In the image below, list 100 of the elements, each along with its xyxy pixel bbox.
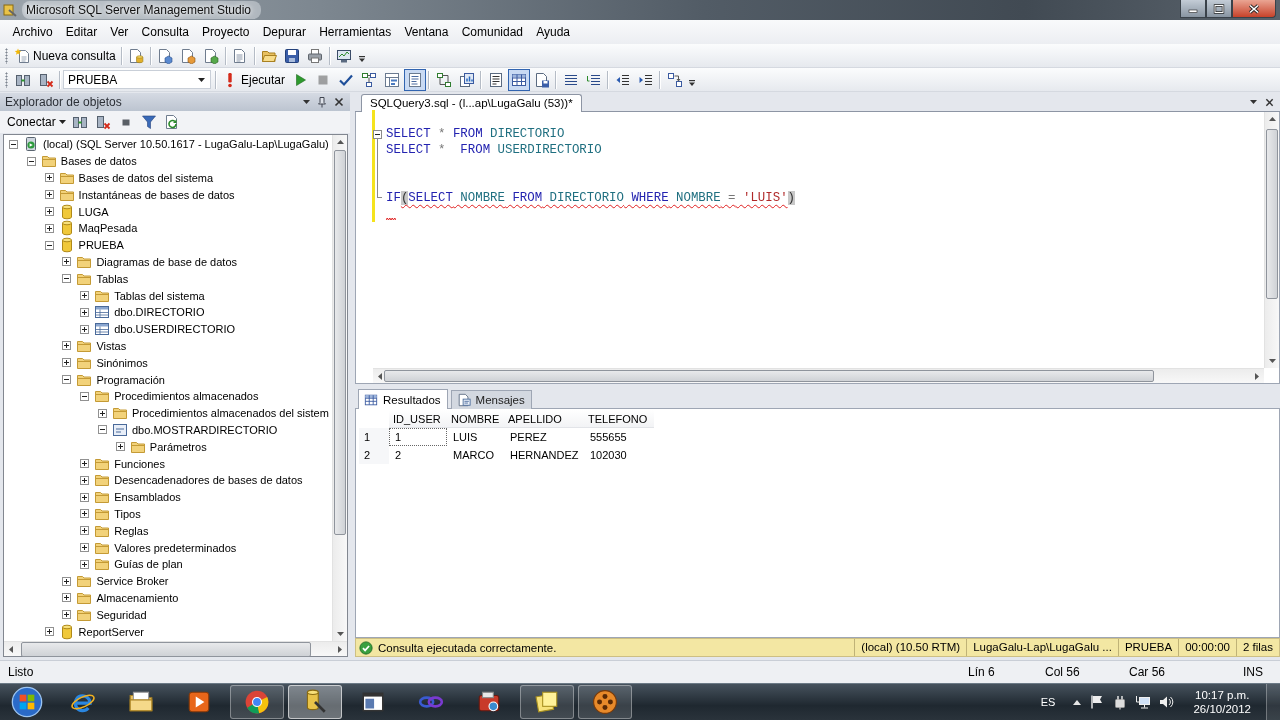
dropdown-arrow-icon[interactable]: [1250, 100, 1257, 104]
tree-item[interactable]: Procedimientos almacenados del sistem: [131, 407, 330, 420]
scrollbar-thumb[interactable]: [384, 370, 1154, 382]
expand-icon[interactable]: [62, 257, 72, 267]
collapse-icon[interactable]: [44, 240, 54, 250]
expand-icon[interactable]: [62, 610, 72, 620]
expand-icon[interactable]: [80, 543, 90, 552]
expand-icon[interactable]: [80, 492, 90, 502]
expand-icon[interactable]: [62, 576, 72, 586]
menu-item[interactable]: Comunidad: [455, 20, 530, 44]
text-lines-icon[interactable]: [403, 68, 426, 91]
menu-item[interactable]: Editar: [59, 20, 104, 44]
tree-item[interactable]: Parámetros: [148, 440, 208, 453]
tree-item[interactable]: Almacenamiento: [95, 591, 180, 604]
right-arrow-icon[interactable]: [1253, 371, 1261, 381]
tree-item[interactable]: Instantáneas de bases de datos: [77, 188, 236, 201]
vertical-scrollbar[interactable]: [332, 135, 347, 641]
right-arrow-icon[interactable]: [336, 644, 344, 654]
collapse-icon[interactable]: [62, 375, 72, 385]
taskbar-button[interactable]: [230, 685, 284, 719]
expand-icon[interactable]: [80, 526, 90, 536]
tree-item[interactable]: Bases de datos del sistema: [77, 172, 215, 184]
scrollbar-thumb[interactable]: [1266, 129, 1278, 299]
tree-item[interactable]: Ensamblados: [113, 491, 182, 504]
tree-item[interactable]: Tablas: [95, 272, 130, 285]
collapse-icon[interactable]: [98, 425, 107, 435]
tree-item[interactable]: Procedimientos almacenados: [113, 390, 260, 403]
expand-icon[interactable]: [80, 291, 90, 301]
left-arrow-icon[interactable]: [376, 371, 384, 381]
expand-icon[interactable]: [44, 223, 54, 233]
expand-icon[interactable]: [80, 559, 90, 569]
expand-icon[interactable]: [80, 509, 90, 519]
maximize-button[interactable]: [1206, 0, 1232, 18]
expand-icon[interactable]: [62, 341, 72, 351]
menu-item[interactable]: Consulta: [134, 20, 196, 44]
tree-item[interactable]: dbo.MOSTRARDIRECTORIO: [131, 423, 279, 436]
tree-item[interactable]: Desencadenadores de bases de datos: [113, 474, 304, 487]
network-icon[interactable]: [1135, 694, 1152, 710]
database-dropdown[interactable]: PRUEBA: [63, 70, 211, 89]
horizontal-scrollbar[interactable]: [4, 641, 347, 656]
tree-item[interactable]: Reglas: [113, 524, 150, 537]
tree-item[interactable]: Valores predeterminados: [113, 541, 238, 554]
tree-item[interactable]: dbo.USERDIRECTORIO: [113, 323, 236, 336]
expand-icon[interactable]: [80, 459, 90, 469]
up-arrow-icon[interactable]: [1267, 115, 1277, 123]
tree-item[interactable]: Tipos: [113, 507, 142, 520]
show-desktop-button[interactable]: [1266, 684, 1280, 720]
connect-button[interactable]: Conectar: [4, 113, 69, 131]
tree-item[interactable]: Sinónimos: [95, 356, 149, 369]
close-button[interactable]: [1232, 0, 1276, 18]
menu-item[interactable]: Ver: [103, 20, 135, 44]
pin-icon[interactable]: [316, 95, 328, 109]
tree-item[interactable]: Programación: [95, 373, 166, 386]
document-tab[interactable]: SQLQuery3.sql - (l...ap\LugaGalu (53))*: [361, 94, 582, 112]
menu-item[interactable]: Ayuda: [529, 20, 577, 44]
left-arrow-icon[interactable]: [7, 644, 15, 654]
row-header[interactable]: 1: [359, 428, 389, 446]
tree-item[interactable]: Vistas: [95, 339, 128, 352]
collapse-icon[interactable]: [26, 156, 36, 166]
scrollbar-thumb[interactable]: [21, 641, 311, 657]
language-indicator[interactable]: ES: [1040, 696, 1056, 708]
expand-icon[interactable]: [62, 593, 72, 603]
tree-item[interactable]: Guías de plan: [113, 558, 184, 571]
toolbar-grip[interactable]: [5, 47, 8, 64]
collapse-icon[interactable]: [80, 391, 90, 401]
minimize-button[interactable]: [1180, 0, 1206, 18]
down-arrow-icon[interactable]: [335, 630, 345, 638]
tree-item[interactable]: Diagramas de base de datos: [95, 255, 239, 268]
expand-icon[interactable]: [80, 324, 90, 334]
new-query-button[interactable]: Nueva consulta: [11, 45, 119, 66]
expand-icon[interactable]: [44, 173, 54, 183]
menu-item[interactable]: Herramientas: [312, 20, 398, 44]
tree-item[interactable]: dbo.DIRECTORIO: [113, 306, 206, 319]
menu-item[interactable]: Proyecto: [195, 20, 257, 44]
vertical-scrollbar[interactable]: [1264, 112, 1279, 368]
collapse-icon[interactable]: [9, 139, 18, 149]
tree-item[interactable]: Tablas del sistema: [113, 289, 206, 302]
expand-icon[interactable]: [44, 207, 54, 217]
collapse-icon[interactable]: [373, 129, 382, 139]
tree-item[interactable]: Funciones: [113, 457, 166, 470]
clock-date[interactable]: 26/10/2012: [1193, 702, 1251, 716]
toolbar-grip[interactable]: [5, 71, 8, 88]
results-tab[interactable]: Resultados: [358, 389, 448, 409]
down-arrow-icon[interactable]: [1267, 357, 1277, 365]
collapse-icon[interactable]: [62, 274, 72, 284]
tree-item[interactable]: (local) (SQL Server 10.50.1617 - LugaGalu-Lap\LugaGalu): [42, 138, 330, 151]
execute-button[interactable]: Ejecutar: [219, 69, 289, 90]
tree-item[interactable]: Bases de datos: [59, 155, 138, 168]
tree-item[interactable]: LUGA: [77, 205, 110, 218]
row-header[interactable]: 2: [359, 446, 389, 464]
tree-item[interactable]: ReportServer: [77, 625, 145, 638]
menu-item[interactable]: Archivo: [6, 20, 60, 44]
tree-item[interactable]: PRUEBA: [77, 239, 125, 252]
tree-item[interactable]: MaqPesada: [77, 222, 139, 235]
dropdown-arrow-icon[interactable]: [303, 100, 310, 104]
expand-icon[interactable]: [80, 475, 90, 485]
tree-item[interactable]: Service Broker: [95, 575, 170, 588]
speaker-icon[interactable]: [1158, 694, 1175, 710]
tree-item[interactable]: Seguridad: [95, 608, 148, 621]
grid-icon[interactable]: [507, 68, 530, 91]
